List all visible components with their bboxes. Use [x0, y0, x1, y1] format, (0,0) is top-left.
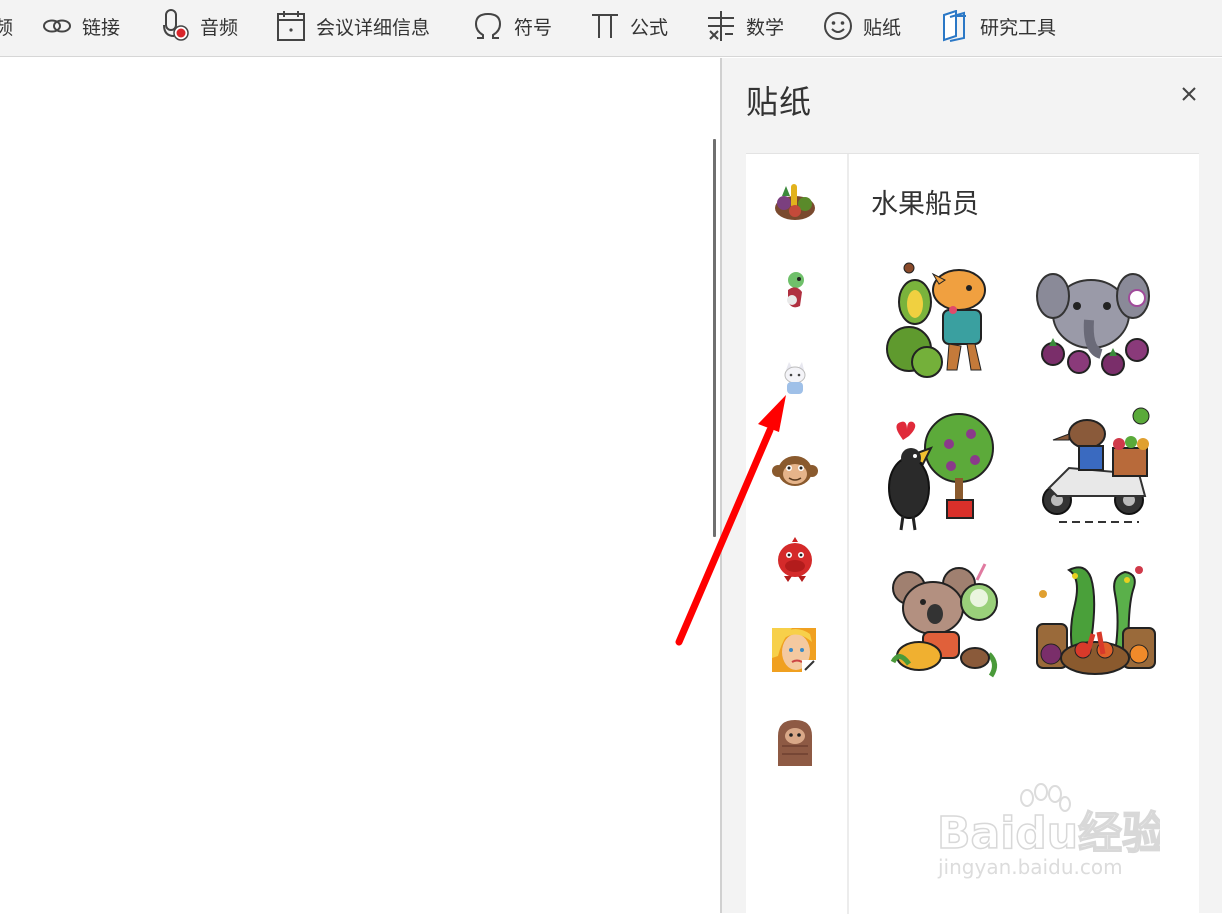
sticker-pack-title: 水果船员 — [871, 189, 979, 220]
document-scrollbar[interactable] — [713, 139, 716, 537]
link-button[interactable]: 链接 — [42, 10, 120, 42]
sticker-category-list — [746, 154, 849, 914]
cat-character-category[interactable] — [770, 356, 820, 406]
link-icon — [42, 15, 72, 37]
brown-creature-category[interactable] — [770, 716, 820, 766]
ribbon-label-research: 研究工具 — [980, 16, 1057, 39]
red-creature-category[interactable] — [770, 536, 820, 586]
omega-icon — [472, 11, 504, 41]
research-button[interactable]: 研究工具 — [940, 10, 1056, 42]
close-icon[interactable] — [1177, 82, 1201, 106]
ribbon-label-equation: 公式 — [630, 16, 669, 39]
green-character-category[interactable] — [770, 266, 820, 316]
math-icon — [706, 10, 736, 42]
equation-button[interactable]: 公式 — [590, 10, 668, 42]
audio-button[interactable]: 音频 — [162, 9, 239, 43]
koala-coconut-sticker[interactable] — [879, 554, 1009, 684]
watermark-logo-text: Baidu经验 — [937, 808, 1160, 859]
research-icon — [940, 10, 970, 42]
durian-sticker[interactable] — [879, 254, 1009, 384]
meeting-details-button[interactable]: 会议详细信息 — [276, 10, 430, 42]
math-button[interactable]: 数学 — [706, 10, 784, 42]
ribbon-label-audio: 音频 — [200, 16, 239, 39]
smiley-icon — [823, 11, 853, 41]
insert-ribbon: 频 链接 音频 会议详细信息 符号 公式 数学 贴纸 研究工具 — [0, 0, 1222, 57]
ribbon-label-symbol: 符号 — [514, 16, 553, 39]
video-button[interactable]: 频 — [0, 10, 13, 42]
symbol-button[interactable]: 符号 — [472, 10, 552, 42]
calendar-icon — [276, 10, 306, 42]
pane-title: 贴纸 — [746, 83, 813, 121]
hornbill-tree-sticker[interactable] — [879, 404, 1009, 534]
ribbon-label-meeting: 会议详细信息 — [316, 16, 431, 39]
scooter-delivery-sticker[interactable] — [1029, 404, 1159, 534]
ribbon-label-video: 频 — [0, 16, 14, 39]
audio-icon — [162, 9, 190, 43]
fruit-sticker-category[interactable] — [770, 176, 820, 226]
watermark-url: jingyan.baidu.com — [938, 855, 1123, 879]
stickers-button[interactable]: 贴纸 — [823, 10, 901, 42]
pi-icon — [590, 11, 620, 41]
ribbon-label-link: 链接 — [82, 16, 121, 39]
ribbon-label-math: 数学 — [746, 16, 785, 39]
document-canvas[interactable] — [0, 58, 720, 913]
comic-face-category[interactable] — [770, 626, 820, 676]
ribbon-label-stickers: 贴纸 — [863, 16, 902, 39]
monkey-face-category[interactable] — [770, 446, 820, 496]
elephant-mangosteen-sticker[interactable] — [1029, 254, 1159, 384]
snake-vegetables-sticker[interactable] — [1029, 554, 1159, 684]
